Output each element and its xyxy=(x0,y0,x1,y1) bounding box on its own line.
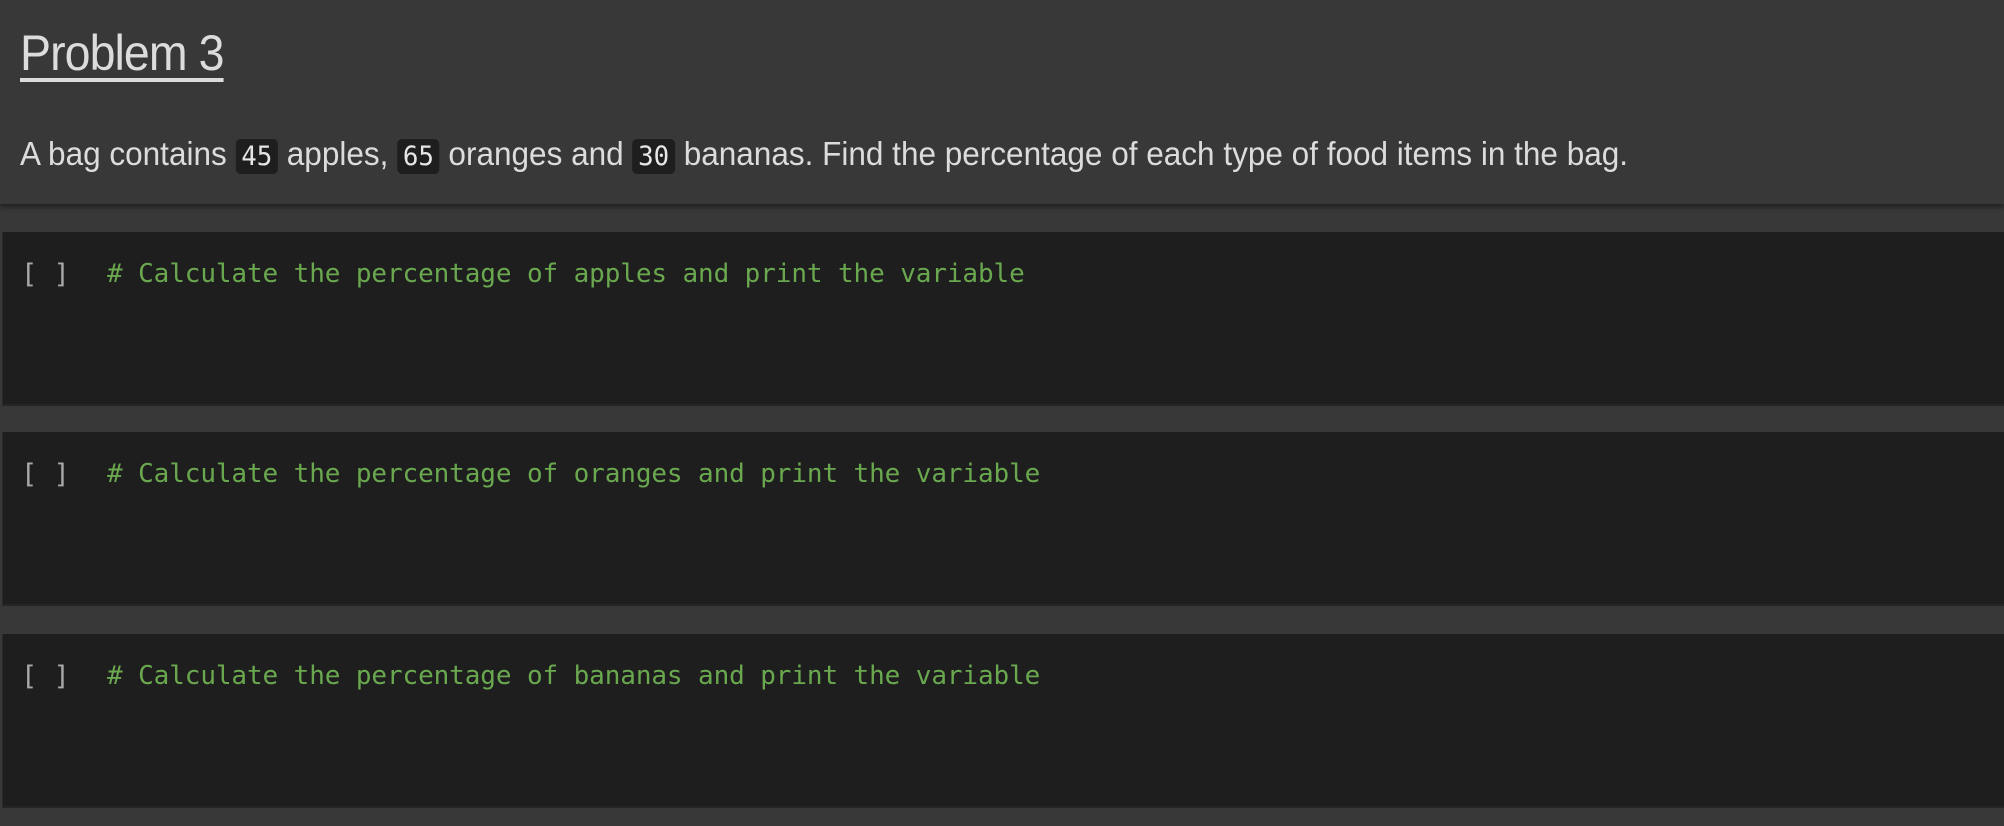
inline-code-apples: 45 xyxy=(235,139,279,174)
text-segment: oranges and xyxy=(439,135,633,172)
run-cell-button[interactable]: [ ] xyxy=(21,259,70,290)
code-cell-oranges[interactable]: [ ] # Calculate the percentage of orange… xyxy=(2,432,2004,606)
inline-code-bananas: 30 xyxy=(632,139,675,174)
text-segment: bananas. Find the percentage of each typ… xyxy=(674,135,1629,172)
problem-title: Problem 3 xyxy=(20,25,224,81)
problem-description: A bag contains 45 apples, 65 oranges and… xyxy=(20,130,1628,181)
code-cell-apples[interactable]: [ ] # Calculate the percentage of apples… xyxy=(2,232,2004,406)
text-segment: A bag contains xyxy=(20,135,236,172)
inline-code-oranges: 65 xyxy=(397,139,440,174)
run-cell-button[interactable]: [ ] xyxy=(21,661,70,692)
code-cell-bananas[interactable]: [ ] # Calculate the percentage of banana… xyxy=(2,634,2004,808)
code-editor[interactable]: # Calculate the percentage of bananas an… xyxy=(107,661,1040,691)
code-editor[interactable]: # Calculate the percentage of oranges an… xyxy=(107,459,1040,489)
markdown-cell[interactable]: Problem 3 A bag contains 45 apples, 65 o… xyxy=(0,0,2004,204)
text-segment: apples, xyxy=(278,135,398,172)
run-cell-button[interactable]: [ ] xyxy=(21,459,70,490)
code-editor[interactable]: # Calculate the percentage of apples and… xyxy=(107,259,1025,289)
